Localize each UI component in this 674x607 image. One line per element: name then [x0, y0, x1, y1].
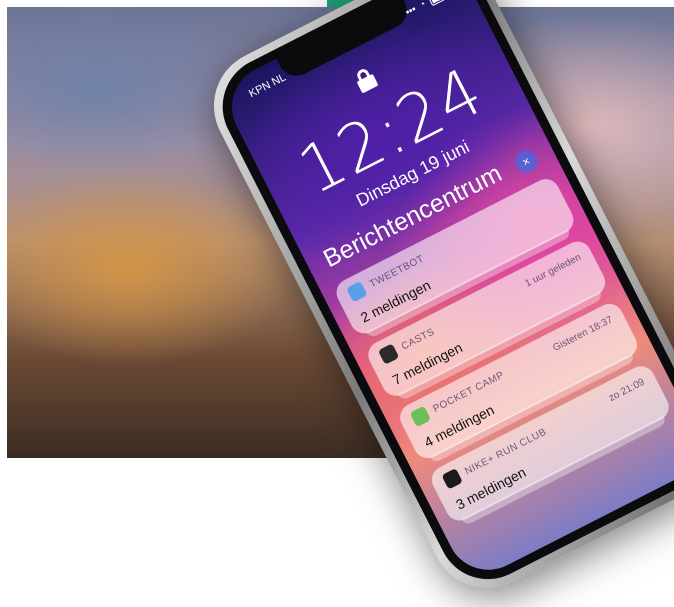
notification-time: zo 21:09 [607, 376, 647, 404]
nike-run-club-icon [441, 468, 463, 490]
carrier-label: KPN NL [247, 71, 288, 101]
casts-icon [377, 343, 400, 365]
lock-icon [352, 66, 379, 94]
battery-icon [427, 0, 451, 6]
wifi-icon: ◔ [417, 0, 429, 12]
app-name: CASTS [399, 326, 437, 353]
pocket-camp-icon [409, 405, 432, 428]
tweetbot-icon [346, 280, 368, 303]
status-icons: ▪▪▪ ◔ [404, 0, 451, 18]
clear-notifications-button[interactable]: × [511, 146, 542, 177]
